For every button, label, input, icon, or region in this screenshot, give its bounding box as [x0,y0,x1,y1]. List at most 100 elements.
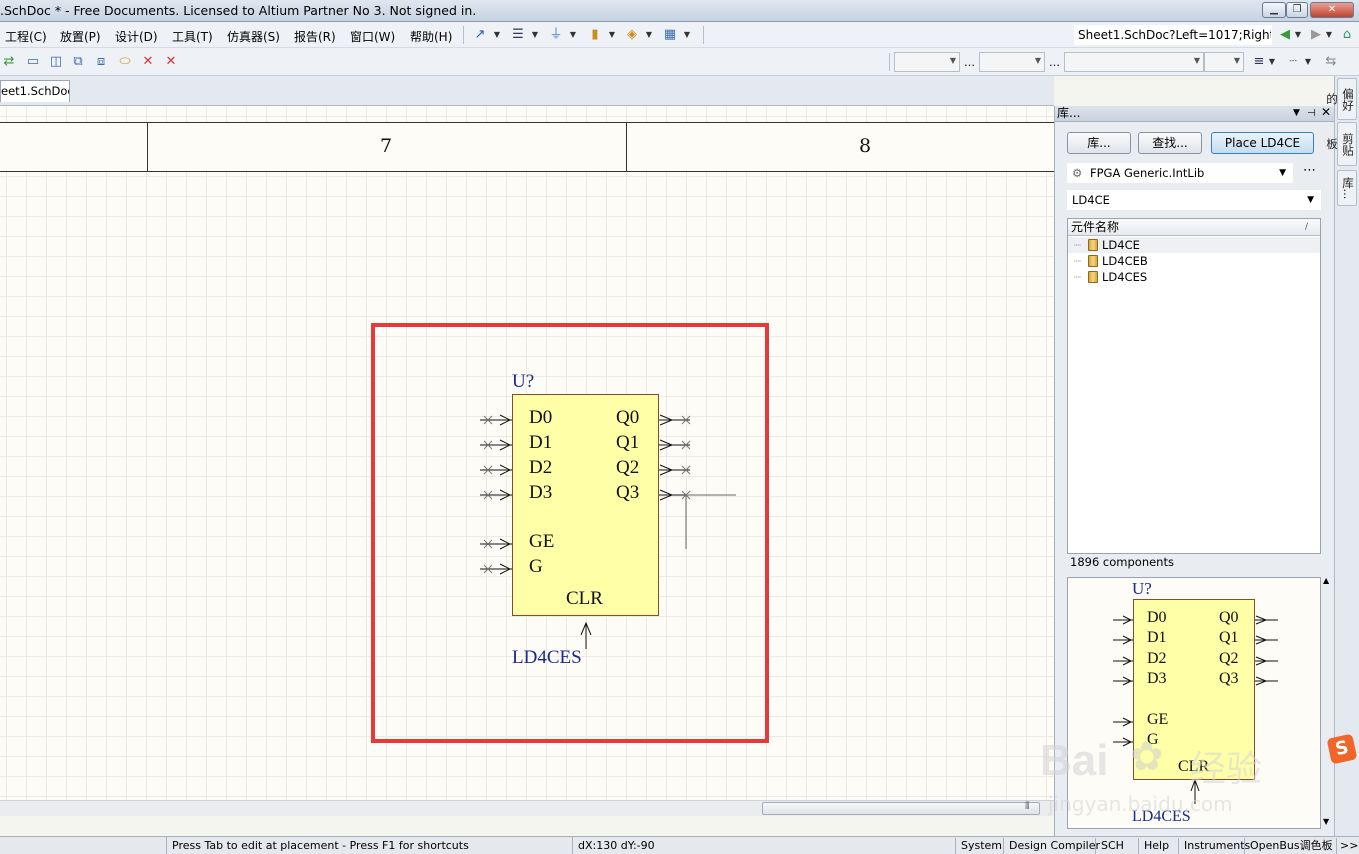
chevron-down-icon[interactable]: ▼ [683,26,691,44]
clear-all-icon[interactable]: ✕ [162,53,180,71]
tab-clipboard[interactable]: 剪贴板 [1325,122,1357,166]
sheet-symbol-icon[interactable]: ◈ [623,26,641,44]
chevron-down-icon[interactable]: ▼ [493,26,501,44]
filter-combo-4[interactable]: ▼ [1204,52,1244,72]
minimize-button[interactable]: ▁ [1262,2,1286,18]
pin-label-right: Q3 [616,482,640,503]
chevron-down-icon[interactable]: ▼ [1304,53,1312,71]
chevron-down-icon[interactable]: ▼ [645,26,653,44]
list-item[interactable]: ┈ LD4CES [1068,269,1320,285]
toolbar-separator [889,53,890,71]
chevron-down-icon[interactable]: ▼ [1323,817,1329,826]
component-list[interactable]: 元件名称 / ┈ LD4CE ┈ LD4CEB ┈ LD4CES [1067,218,1321,554]
ellipsis-icon[interactable]: … [1049,56,1060,69]
filter-combo-3[interactable]: ▼ [1064,52,1204,72]
help-button[interactable]: Help [1138,838,1174,854]
zone-label: 8 [859,135,872,157]
toolbar-separator [463,26,464,44]
pin-icon[interactable]: ⊣ [1307,106,1316,121]
chevron-down-icon[interactable]: ▼ [569,26,577,44]
menu-tools[interactable]: 工具(T) [172,28,213,45]
back-icon[interactable]: ◀ [1276,26,1294,44]
address-field[interactable]: Sheet1.SchDoc?Left=1017;Right [1074,25,1272,45]
tab-sheet1[interactable]: eet1.SchDoc * [0,80,70,102]
menu-place[interactable]: 放置(P) [60,28,101,45]
close-icon[interactable]: ✕ [1321,105,1331,120]
schematic-canvas[interactable]: 7 8 U? D0 D1 D2 D3 GE G Q0 Q1 Q2 Q3 CLR … [0,106,1054,800]
menu-project[interactable]: 工程(C) [5,28,47,45]
list-header[interactable]: 元件名称 / [1068,219,1320,236]
tab-favorites[interactable]: 偏好的 [1325,78,1357,120]
search-button[interactable]: 查找... [1138,132,1202,154]
openbus-palette-button[interactable]: OpenBus调色板 [1244,838,1338,854]
filter-input[interactable]: LD4CE ▼ [1067,190,1321,210]
menu-reports[interactable]: 报告(R) [294,28,336,45]
menu-simulator[interactable]: 仿真器(S) [227,28,280,45]
zoom-sheet-icon[interactable]: ◫ [47,53,65,71]
menu-design[interactable]: 设计(D) [115,28,158,45]
chevron-down-icon[interactable]: ▼ [1293,106,1300,121]
horizontal-scrollbar[interactable]: ⦀ [0,800,1054,816]
menu-window[interactable]: 窗口(W) [350,28,395,45]
hierarchy-icon[interactable]: ⧉ [69,53,87,71]
chevron-down-icon[interactable]: ▼ [1294,26,1302,44]
power-port-icon[interactable]: ⏚ [547,26,565,44]
system-button[interactable]: System [955,838,1007,854]
preview-pin-label: Q1 [1219,629,1239,646]
more-options-icon[interactable]: ⋯ [1303,163,1316,178]
cross-probe-icon[interactable]: ⇄ [0,53,18,71]
ellipsis-icon[interactable]: … [964,56,975,69]
input-method-icon[interactable]: S [1326,733,1358,765]
chevron-up-icon[interactable]: ▲ [1323,576,1329,585]
home-icon[interactable]: ⌂ [1338,26,1356,44]
close-window-button[interactable]: ✕ [1310,2,1354,18]
window-title: .SchDoc * - Free Documents. Licensed to … [0,3,477,18]
line-width-icon[interactable]: ≡ [1250,53,1268,71]
chevron-down-icon: ▼ [1279,168,1286,178]
part-tool-icon[interactable]: ▮ [586,26,604,44]
design-compiler-button[interactable]: Design Compiler [1003,838,1105,854]
grid-icon[interactable]: ▦ [661,26,679,44]
chevron-down-icon[interactable]: ▼ [1325,26,1333,44]
list-item-label: LD4CES [1102,270,1148,284]
tab-libraries[interactable]: 库... [1337,170,1357,206]
clear-filter-icon[interactable]: ✕ [139,53,157,71]
filter-combo-2[interactable]: ▼ [979,52,1045,72]
chevron-down-icon[interactable]: ▼ [1268,53,1276,71]
sheet-icon[interactable]: ▭ [24,53,42,71]
tree-line: ┈ [1074,270,1081,284]
scrollbar-thumb[interactable]: ⦀ [762,801,1040,815]
wiring-tool-icon[interactable]: ↗ [471,26,489,44]
forward-icon[interactable]: ▶ [1307,26,1325,44]
pin-label-bottom: CLR [566,588,603,609]
library-panel: 库... ▼ ⊣ ✕ 库... 查找... Place LD4CE ⚙ FPGA… [1054,105,1335,836]
preview-pin-label: GE [1147,711,1169,728]
align-tool-icon[interactable]: ☰ [509,26,527,44]
component-icon [1088,271,1098,283]
net-label-icon[interactable]: ⬭ [116,53,134,71]
pin-label-left: D3 [529,482,553,503]
chevron-down-icon[interactable]: ▼ [608,26,616,44]
more-button[interactable]: >> [1336,838,1359,854]
library-select[interactable]: ⚙ FPGA Generic.IntLib ▼ [1067,163,1293,183]
library-icon: ⚙ [1072,166,1083,180]
status-cursor-delta: dX:130 dY:-90 [572,837,947,854]
libraries-button[interactable]: 库... [1067,132,1131,154]
menu-help[interactable]: 帮助(H) [410,28,452,45]
watermark-url: jingyan.baidu.com [1048,792,1233,816]
component-comment: LD4CES [512,647,582,668]
list-item[interactable]: ┈ LD4CEB [1068,253,1320,269]
zone-divider [147,123,148,171]
arrange-icon[interactable]: ⇆ [1322,53,1340,71]
chevron-down-icon[interactable]: ▼ [531,26,539,44]
component-icon[interactable]: ⧈ [92,53,110,71]
panel-header: 库... ▼ ⊣ ✕ [1055,105,1335,122]
line-style-icon[interactable]: ┄ [1284,53,1302,71]
filter-combo-1[interactable]: ▼ [894,52,960,72]
place-component-button[interactable]: Place LD4CE [1211,132,1314,154]
preview-scrollbar[interactable]: ▲ ▼ [1321,576,1334,829]
maximize-button[interactable]: ❐ [1286,2,1308,18]
component-designator: U? [512,371,535,392]
sch-button[interactable]: SCH [1095,838,1129,854]
list-item[interactable]: ┈ LD4CE [1068,237,1320,253]
